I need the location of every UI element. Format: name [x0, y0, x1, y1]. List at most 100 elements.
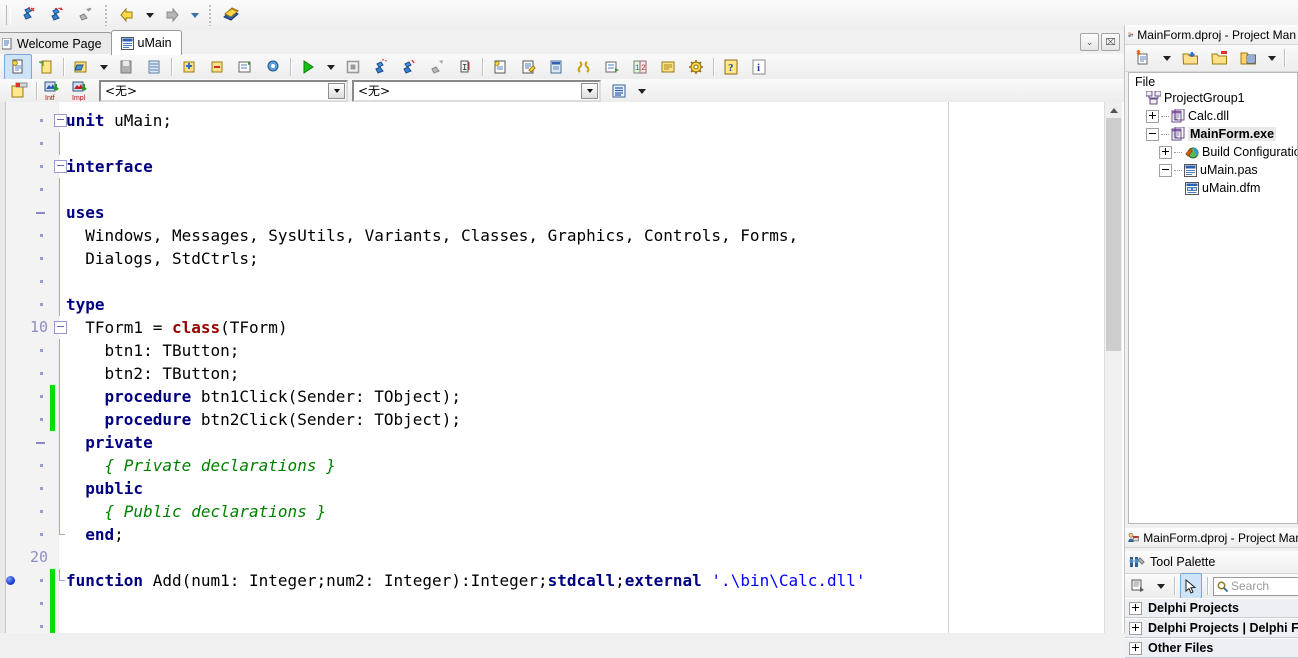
step-over-icon-2[interactable]: [395, 54, 423, 80]
tool-palette-search[interactable]: Search: [1213, 576, 1298, 596]
code-line[interactable]: function Add(num1: Integer;num2: Integer…: [0, 569, 1100, 592]
tree-collapse-icon[interactable]: [1159, 163, 1172, 177]
forward-dropdown-arrow[interactable]: [186, 2, 203, 28]
interface-nav-icon[interactable]: Intf: [40, 78, 68, 104]
new-file-icon[interactable]: [4, 53, 32, 80]
close-panel-button[interactable]: ⌧: [1101, 33, 1120, 51]
open-dropdown-arrow[interactable]: [95, 54, 112, 80]
tab-umain[interactable]: uMain: [110, 30, 182, 55]
code-line[interactable]: end;: [0, 523, 1100, 546]
back-dropdown-arrow[interactable]: [141, 2, 158, 28]
project-tree[interactable]: File ProjectGroup1 Calc.dll MainForm.exe Bu…: [1128, 72, 1298, 524]
code-line[interactable]: type: [0, 293, 1100, 316]
class-scope-combo-arrow[interactable]: [328, 82, 345, 99]
palette-options-icon[interactable]: [1128, 573, 1150, 599]
project-tree-row[interactable]: MainForm.exe: [1129, 125, 1297, 143]
code-line[interactable]: unit uMain;: [0, 109, 1100, 132]
run-icon[interactable]: [294, 54, 322, 80]
tool-palette-category[interactable]: Delphi Projects: [1125, 598, 1298, 618]
code-line[interactable]: { Private declarations }: [0, 454, 1100, 477]
list-layout-dropdown-arrow[interactable]: [633, 78, 650, 104]
run-dropdown-arrow[interactable]: [322, 54, 339, 80]
code-line[interactable]: uses: [0, 201, 1100, 224]
project-tree-row[interactable]: ProjectGroup1: [1129, 89, 1297, 107]
step-over-icon[interactable]: [43, 2, 71, 28]
view-unit-icon[interactable]: [514, 54, 542, 80]
tool-palette-category[interactable]: Other Files: [1125, 638, 1298, 658]
trace-into-icon[interactable]: [15, 2, 43, 28]
toggle-form-unit-icon[interactable]: [570, 54, 598, 80]
project-tree-row[interactable]: Calc.dll: [1129, 107, 1297, 125]
run-to-cursor-icon[interactable]: [71, 2, 99, 28]
view-options-icon[interactable]: [1234, 45, 1262, 71]
procedure-scope-combo[interactable]: <无>: [352, 79, 601, 102]
code-line[interactable]: [0, 592, 1100, 615]
palette-options-dropdown-arrow[interactable]: [1152, 573, 1169, 599]
tool-palette-category[interactable]: Delphi Projects | Delphi File: [1125, 618, 1298, 638]
code-line[interactable]: Windows, Messages, SysUtils, Variants, C…: [0, 224, 1100, 247]
code-lines-container[interactable]: unit uMain; interface uses Windows, Messag…: [0, 102, 1100, 633]
tab-welcome-page[interactable]: Welcome Page: [0, 32, 112, 55]
implementation-nav-icon[interactable]: Impl: [68, 78, 96, 104]
add-watch-icon[interactable]: I: [451, 54, 479, 80]
program-pause-icon[interactable]: [339, 54, 367, 80]
code-line[interactable]: Dialogs, StdCtrls;: [0, 247, 1100, 270]
code-editor[interactable]: unit uMain; interface uses Windows, Messag…: [0, 102, 1124, 633]
tree-collapse-icon[interactable]: [1146, 127, 1159, 141]
code-line[interactable]: 20: [0, 546, 1100, 569]
tree-expand-icon[interactable]: [1146, 109, 1159, 123]
project-tree-row[interactable]: Build Configurations: [1129, 143, 1297, 161]
add-file-icon[interactable]: [1176, 45, 1204, 71]
back-navigate-icon[interactable]: [113, 2, 141, 28]
project-manager-tab[interactable]: MainForm.dproj - Project Man: [1125, 528, 1298, 548]
trace-into-icon-2[interactable]: [367, 54, 395, 80]
new-unit-icon[interactable]: [32, 54, 60, 80]
code-line[interactable]: private: [0, 431, 1100, 454]
project-manager-header[interactable]: MainForm.dproj - Project Man: [1125, 25, 1298, 45]
tree-expand-icon[interactable]: [1159, 145, 1172, 159]
code-line[interactable]: 10 TForm1 = class(TForm): [0, 316, 1100, 339]
code-line[interactable]: interface: [0, 155, 1100, 178]
code-line[interactable]: [0, 178, 1100, 201]
code-line[interactable]: procedure btn2Click(Sender: TObject);: [0, 408, 1100, 431]
editor-vertical-scrollbar[interactable]: [1104, 102, 1122, 633]
code-line[interactable]: btn2: TButton;: [0, 362, 1100, 385]
tree-expand-icon[interactable]: [1129, 601, 1142, 615]
toggle-form-unit-icon-2[interactable]: [5, 78, 33, 104]
open-project-icon[interactable]: [231, 54, 259, 80]
remove-from-project-icon[interactable]: [203, 54, 231, 80]
sort-icon[interactable]: [654, 54, 682, 80]
minimize-panel-button[interactable]: ⌄: [1080, 33, 1099, 51]
project-tree-row[interactable]: uMain.dfm: [1129, 179, 1297, 197]
code-line[interactable]: { Public declarations }: [0, 500, 1100, 523]
procedure-scope-combo-arrow[interactable]: [581, 82, 598, 99]
code-line[interactable]: [0, 132, 1100, 155]
class-scope-combo[interactable]: <无>: [99, 79, 348, 102]
code-line[interactable]: [0, 270, 1100, 293]
scrollbar-thumb[interactable]: [1106, 118, 1121, 351]
tree-expand-icon[interactable]: [1129, 641, 1142, 655]
code-template-icon[interactable]: 12: [626, 54, 654, 80]
code-line[interactable]: [0, 615, 1100, 633]
breakpoint-marker[interactable]: [6, 576, 15, 585]
build-config-icon[interactable]: [259, 54, 287, 80]
code-line[interactable]: procedure btn1Click(Sender: TObject);: [0, 385, 1100, 408]
new-form-icon[interactable]: [486, 54, 514, 80]
open-icon[interactable]: [67, 54, 95, 80]
view-options-dropdown-arrow[interactable]: [1263, 45, 1280, 71]
new-item-icon[interactable]: [1129, 45, 1157, 71]
help-question-icon[interactable]: ?: [717, 54, 745, 80]
project-tree-row[interactable]: uMain.pas: [1129, 161, 1297, 179]
pointer-icon[interactable]: [1180, 573, 1202, 599]
remove-file-icon[interactable]: [1205, 45, 1233, 71]
info-icon[interactable]: i: [745, 54, 773, 80]
code-line[interactable]: btn1: TButton;: [0, 339, 1100, 362]
forward-navigate-icon[interactable]: [158, 2, 186, 28]
list-layout-icon[interactable]: [605, 78, 633, 104]
tool-palette-header[interactable]: Tool Palette: [1125, 551, 1298, 574]
new-item-dropdown-arrow[interactable]: [1158, 45, 1175, 71]
run-to-cursor-icon-2[interactable]: [423, 54, 451, 80]
sync-edit-icon[interactable]: [598, 54, 626, 80]
add-to-project-icon[interactable]: [175, 54, 203, 80]
code-line[interactable]: public: [0, 477, 1100, 500]
